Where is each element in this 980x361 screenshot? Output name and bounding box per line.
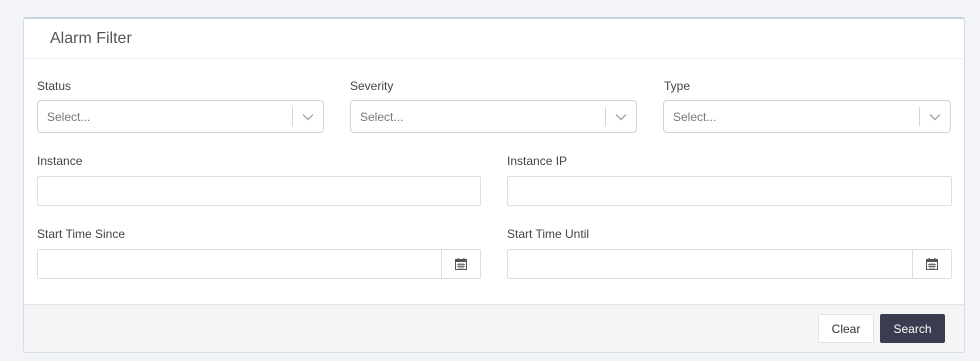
severity-label: Severity [350,79,394,93]
instance-ip-label: Instance IP [507,154,568,168]
start-time-until-field [507,249,952,279]
type-label: Type [664,79,691,93]
start-time-since-input[interactable] [38,250,441,278]
chevron-down-icon[interactable] [293,101,323,132]
clear-button[interactable]: Clear [818,314,874,343]
chevron-down-icon[interactable] [606,101,636,132]
calendar-icon[interactable] [912,250,951,278]
calendar-icon[interactable] [441,250,480,278]
panel-title: Alarm Filter [50,29,132,47]
status-label: Status [37,79,72,93]
instance-ip-input[interactable] [507,176,952,206]
alarm-filter-panel: Alarm Filter Status Select... Severity S… [23,17,965,353]
start-time-until-label: Start Time Until [507,227,590,241]
panel-header: Alarm Filter [24,19,964,59]
type-placeholder: Select... [673,109,717,124]
type-select[interactable]: Select... [663,100,951,133]
instance-input[interactable] [37,176,481,206]
severity-placeholder: Select... [360,109,404,124]
chevron-down-icon[interactable] [920,101,950,132]
search-button[interactable]: Search [880,314,945,343]
panel-footer: Clear Search [24,304,964,352]
start-time-since-label: Start Time Since [37,227,126,241]
status-select[interactable]: Select... [37,100,324,133]
start-time-since-field [37,249,481,279]
severity-select[interactable]: Select... [350,100,637,133]
start-time-until-input[interactable] [508,250,912,278]
status-placeholder: Select... [47,109,91,124]
instance-label: Instance [37,154,83,168]
